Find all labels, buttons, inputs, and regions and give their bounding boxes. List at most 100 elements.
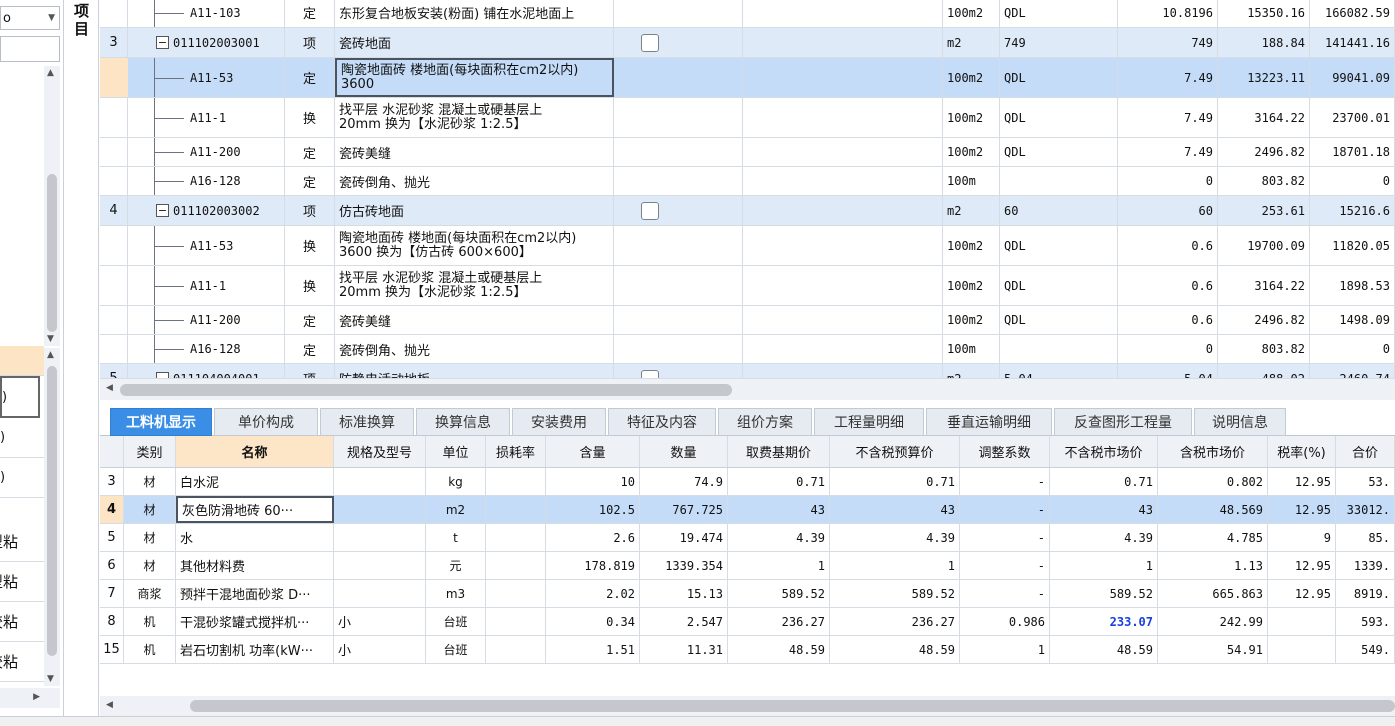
resource-cell-name[interactable]: 灰色防滑地砖 60··· [176, 496, 334, 523]
resource-cell-name[interactable]: 岩石切割机 功率(kW··· [176, 636, 334, 663]
resource-row[interactable]: 6 材其他材料费元 178.819 1339.354 1 1-1 1.13 12.95 1339… [100, 552, 1395, 580]
resource-row[interactable]: 3 材白水泥 kg 10 74.9 0.71 0.71-0.71 0.802 12.95 53. [100, 468, 1395, 496]
header-name[interactable]: 名称 [176, 436, 334, 467]
header-loss[interactable]: 损耗率 [486, 436, 546, 467]
bill-cell-chk[interactable] [614, 196, 743, 225]
scroll-thumb[interactable] [47, 174, 57, 332]
list-item[interactable]: 型粘 [0, 562, 44, 602]
list-item[interactable]: 型粘 [0, 522, 44, 562]
resource-row[interactable]: 8 机干混砂浆罐式搅拌机··· 小台班 0.34 2.547 236.27 236.27 0.… [100, 608, 1395, 636]
scroll-up-icon[interactable]: ▲ [47, 350, 54, 360]
resource-cell-name[interactable]: 干混砂浆罐式搅拌机··· [176, 608, 334, 635]
scroll-thumb[interactable] [190, 700, 1395, 712]
left-hscroll[interactable]: ▶ [0, 688, 60, 708]
list-item[interactable]: ) [0, 376, 40, 418]
bill-cell-chk[interactable] [614, 58, 743, 97]
bill-cell-total: 23700.01 [1310, 98, 1395, 137]
header-budget[interactable]: 不含税预算价 [830, 436, 960, 467]
tab-4[interactable]: 换算信息 [416, 408, 510, 436]
scroll-down-icon[interactable]: ▼ [47, 334, 54, 344]
resource-row[interactable]: 4 材灰色防滑地砖 60··· m2 102.5 767.725 43 43-43 48.56… [100, 496, 1395, 524]
header-market_tax[interactable]: 含税市场价 [1158, 436, 1268, 467]
resource-cell-name[interactable]: 水 [176, 524, 334, 551]
resource-row[interactable]: 7 商浆 预拌干混地面砂浆 D··· m3 2.02 15.13 589.52 589.52-… [100, 580, 1395, 608]
tab-1[interactable]: 工料机显示 [110, 408, 212, 436]
header-base[interactable]: 取费基期价 [728, 436, 830, 467]
bill-cell-chk[interactable] [614, 266, 743, 305]
list-item[interactable]: ) [0, 418, 44, 458]
left-scrollbar-bottom[interactable]: ▲ ▼ [44, 348, 60, 686]
tab-3[interactable]: 标准换算 [320, 408, 414, 436]
bill-cell-chk[interactable] [614, 98, 743, 137]
list-item[interactable]: 胶粘 [0, 602, 44, 642]
header-coef[interactable]: 调整系数 [960, 436, 1050, 467]
bill-row[interactable]: A11-200 定瓷砖美缝 100m2 QDL 0.6 2496.82 1498.09 [100, 306, 1395, 335]
header-content[interactable]: 含量 [546, 436, 640, 467]
bill-row[interactable]: 3−011102003001 项瓷砖地面 m2 749 749 188.84 141441.… [100, 28, 1395, 58]
row-checkbox[interactable] [641, 201, 659, 220]
resource-row[interactable]: 5 材水 t 2.6 19.474 4.39 4.39-4.39 4.785 9 85. [100, 524, 1395, 552]
header-spec[interactable]: 规格及型号 [334, 436, 426, 467]
header-market[interactable]: 不含税市场价 [1050, 436, 1158, 467]
left-scrollbar-top[interactable]: ▲ ▼ [44, 66, 60, 346]
tab-8[interactable]: 工程量明细 [814, 408, 924, 436]
header-rate[interactable]: 税率(%) [1268, 436, 1336, 467]
scroll-up-icon[interactable]: ▲ [47, 68, 54, 78]
tab-5[interactable]: 安装费用 [512, 408, 606, 436]
scroll-thumb[interactable] [120, 384, 732, 396]
header-unit[interactable]: 单位 [426, 436, 486, 467]
tab-2[interactable]: 单价构成 [214, 408, 318, 436]
left-combo[interactable]: o ▼ [0, 6, 60, 30]
bill-cell-chk[interactable] [614, 335, 743, 363]
bill-cell-chk[interactable] [614, 167, 743, 195]
list-item[interactable]: 胶粘 [0, 642, 44, 682]
row-checkbox[interactable] [641, 369, 659, 378]
resource-row[interactable]: 15 机岩石切割机 功率(kW··· 小台班 1.51 11.31 48.59 48.59 1… [100, 636, 1395, 664]
bill-row[interactable]: A11-1 换找平层 水泥砂浆 混凝土或硬基层上 20mm 换为【水泥砂浆 1:2… [100, 266, 1395, 306]
bill-cell-chk[interactable] [614, 364, 743, 378]
resource-cell-name[interactable]: 预拌干混地面砂浆 D··· [176, 580, 334, 607]
tab-9[interactable]: 垂直运输明细 [926, 408, 1052, 436]
resource-cell-budget: 236.27 [830, 608, 960, 635]
resource-grid-hscroll[interactable]: ◀ [100, 696, 1395, 716]
bill-row[interactable]: A11-103 定东形复合地板安装(粉面) 铺在水泥地面上 100m2 QDL 10.8… [100, 0, 1395, 28]
tab-10[interactable]: 反查图形工程量 [1054, 408, 1192, 436]
resource-cell-name[interactable]: 白水泥 [176, 468, 334, 495]
scroll-left-icon[interactable]: ◀ [106, 383, 113, 393]
scroll-right-icon[interactable]: ▶ [33, 692, 40, 702]
bill-row[interactable]: 5−011104004001项防静电活动地板m25.045.04488.0224… [100, 364, 1395, 378]
header-cat[interactable]: 类别 [124, 436, 176, 467]
bill-cell-chk[interactable] [614, 226, 743, 265]
scroll-left-icon[interactable]: ◀ [106, 700, 113, 710]
bill-row[interactable]: A11-53 定陶瓷地面砖 楼地面(每块面积在cm2以内) 3600 100m2 QD… [100, 58, 1395, 98]
bill-row[interactable]: A11-53 换陶瓷地面砖 楼地面(每块面积在cm2以内) 3600 换为【仿古砖… [100, 226, 1395, 266]
bill-cell-chk[interactable] [614, 28, 743, 57]
bill-cell-total: 11820.05 [1310, 226, 1395, 265]
row-checkbox[interactable] [641, 33, 659, 52]
header-no[interactable] [100, 436, 124, 467]
left-input[interactable] [0, 36, 60, 62]
scroll-thumb[interactable] [47, 366, 57, 656]
resource-cell-cat: 材 [124, 552, 176, 579]
bill-grid-hscroll[interactable]: ◀ [100, 378, 1395, 400]
collapse-icon[interactable]: − [156, 204, 169, 217]
header-sum[interactable]: 合价 [1336, 436, 1395, 467]
tab-11[interactable]: 说明信息 [1194, 408, 1286, 436]
bill-row[interactable]: 4−011102003002 项仿古砖地面 m2 60 60 253.61 15216.6 [100, 196, 1395, 226]
tab-6[interactable]: 特征及内容 [608, 408, 716, 436]
resource-cell-content: 10 [546, 468, 640, 495]
list-item[interactable]: ) [0, 458, 44, 498]
scroll-down-icon[interactable]: ▼ [47, 674, 54, 684]
bill-cell-chk[interactable] [614, 306, 743, 334]
bill-row[interactable]: A11-200 定瓷砖美缝 100m2 QDL 7.49 2496.82 18701.18 [100, 138, 1395, 167]
tab-7[interactable]: 组价方案 [718, 408, 812, 436]
bill-cell-chk[interactable] [614, 0, 743, 27]
resource-cell-name[interactable]: 其他材料费 [176, 552, 334, 579]
bill-cell-chk[interactable] [614, 138, 743, 166]
bill-cell-name: 找平层 水泥砂浆 混凝土或硬基层上 20mm 换为【水泥砂浆 1:2.5】 [335, 266, 614, 305]
collapse-icon[interactable]: − [156, 36, 169, 49]
bill-row[interactable]: A16-128 定瓷砖倒角、抛光 100m 0 803.82 0 [100, 167, 1395, 196]
bill-row[interactable]: A11-1 换找平层 水泥砂浆 混凝土或硬基层上 20mm 换为【水泥砂浆 1:2… [100, 98, 1395, 138]
bill-row[interactable]: A16-128 定瓷砖倒角、抛光 100m 0 803.82 0 [100, 335, 1395, 364]
header-qty[interactable]: 数量 [640, 436, 728, 467]
